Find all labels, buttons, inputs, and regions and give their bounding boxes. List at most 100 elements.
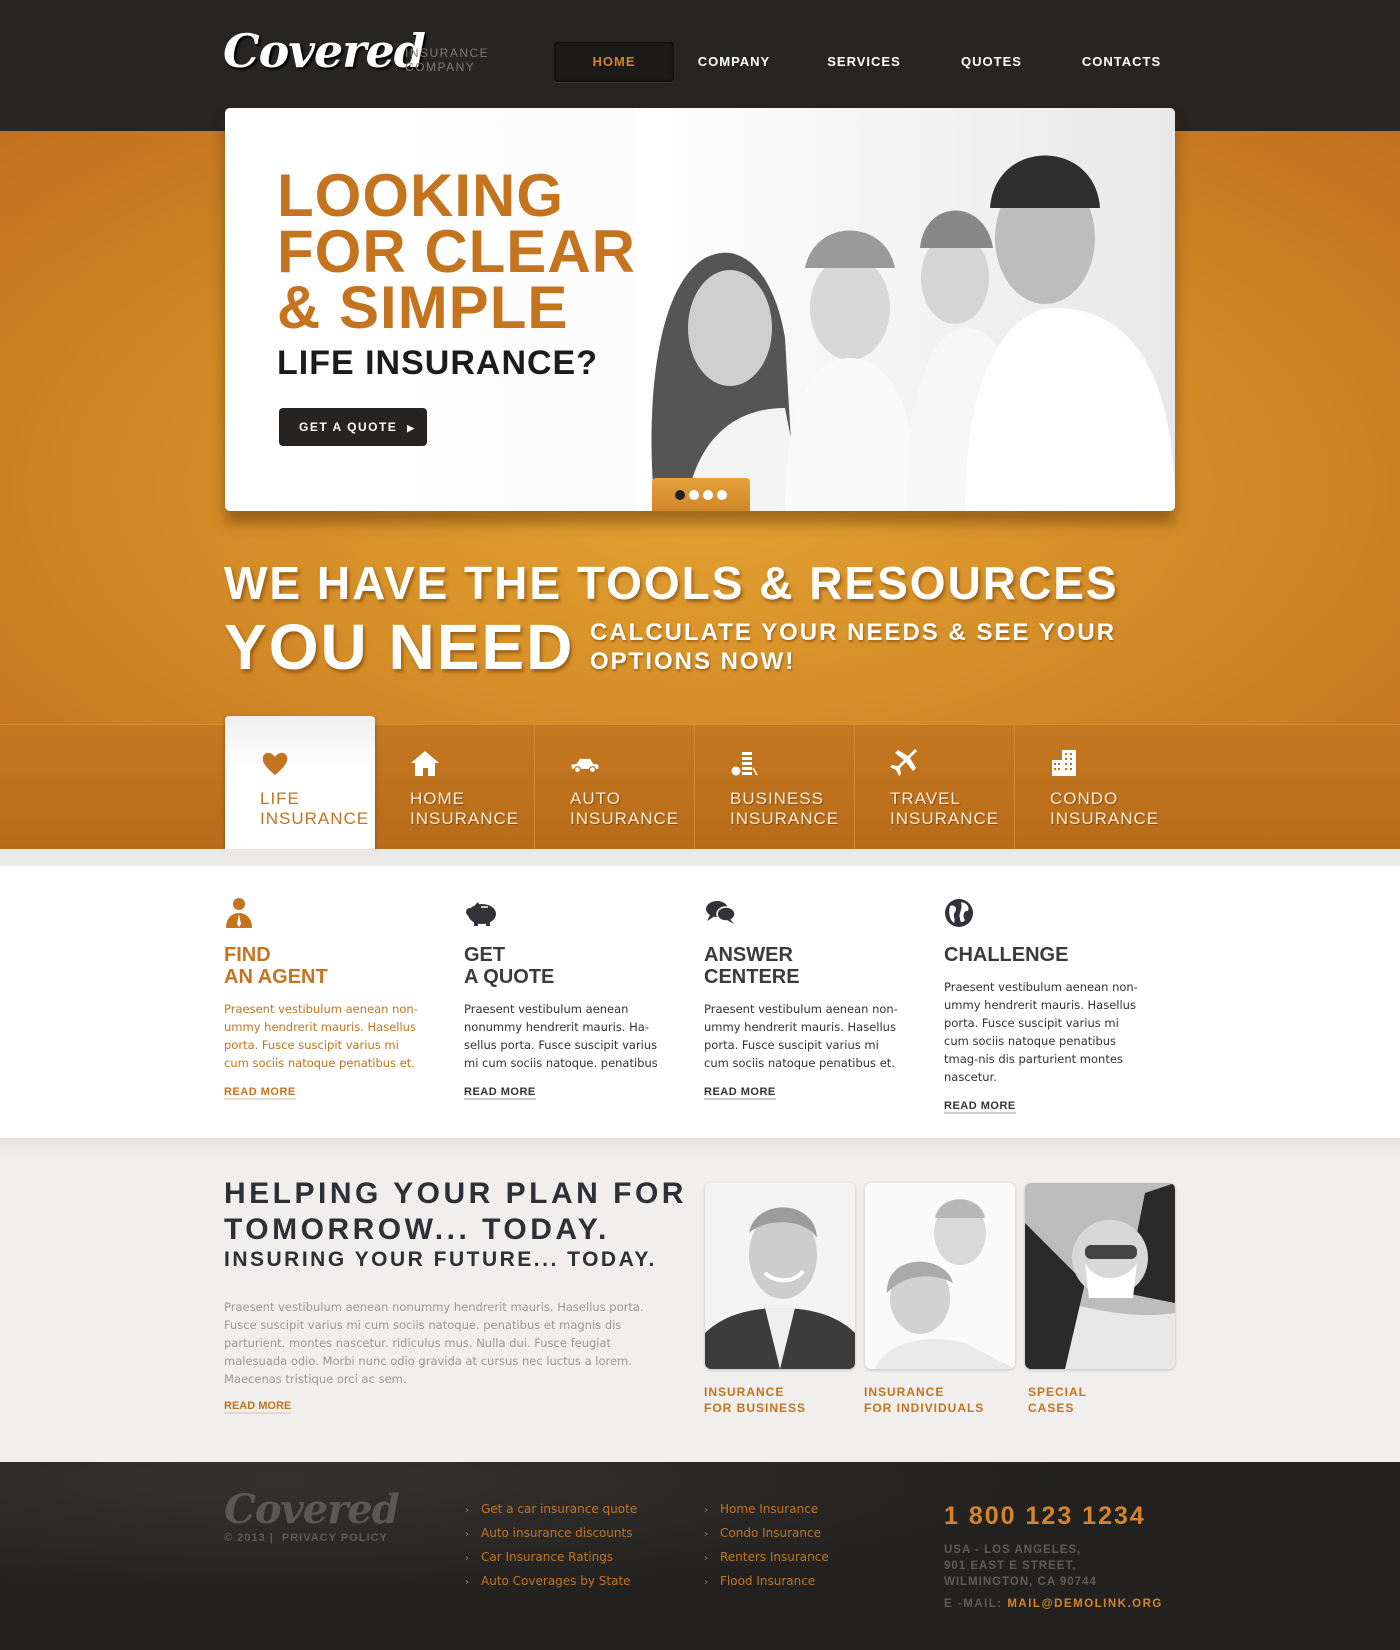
service-text: Praesent vestibulum aenean non-ummy hend… xyxy=(944,980,1138,1084)
individuals-photo[interactable] xyxy=(865,1183,1015,1369)
read-more-link[interactable]: READ MORE xyxy=(464,1086,536,1100)
footer-link-item: › Condo Insurance xyxy=(704,1526,829,1550)
tools-aside: CALCULATE YOUR NEEDS & SEE YOUR OPTIONS … xyxy=(590,618,1116,676)
service-title-line2: AN AGENT xyxy=(224,966,328,988)
tools-headline-big: YOU NEED xyxy=(224,611,575,683)
chat-bubbles-icon xyxy=(706,901,736,924)
tab-label-line1: TRAVEL xyxy=(890,789,961,808)
tab-label-line2: INSURANCE xyxy=(260,809,370,828)
plan-title: HELPING YOUR PLAN FOR TOMORROW... TODAY. xyxy=(224,1176,687,1248)
main-nav: HOME COMPANY SERVICES QUOTES CONTACTS xyxy=(554,42,1194,82)
footer-link[interactable]: Condo Insurance xyxy=(720,1526,821,1540)
footer-link[interactable]: Flood Insurance xyxy=(720,1574,815,1588)
nav-quotes[interactable]: QUOTES xyxy=(934,42,1049,82)
tab-auto-insurance[interactable]: AUTO INSURANCE xyxy=(535,724,695,849)
read-more-link[interactable]: READ MORE xyxy=(944,1100,1016,1114)
tab-label-line1: LIFE xyxy=(260,789,300,808)
tab-travel-insurance[interactable]: TRAVEL INSURANCE xyxy=(855,724,1015,849)
footer-link[interactable]: Home Insurance xyxy=(720,1502,818,1516)
footer-link[interactable]: Renters Insurance xyxy=(720,1550,829,1564)
car-icon xyxy=(571,758,599,774)
get-a-quote-button[interactable]: GET A QUOTE ▶ xyxy=(279,408,427,446)
footer-logo[interactable]: Covered xyxy=(224,1486,400,1533)
logo[interactable]: Covered xyxy=(223,24,426,78)
service-title-line1: GET xyxy=(464,944,506,966)
footer-link[interactable]: Get a car insurance quote xyxy=(481,1502,637,1516)
site-footer: Covered © 2013 | PRIVACY POLICY › Get a c… xyxy=(0,1462,1400,1650)
coins-icon xyxy=(731,752,758,776)
service-title: GET A QUOTE xyxy=(464,944,664,988)
slide-headline: LOOKING FOR CLEAR & SIMPLE xyxy=(277,166,636,341)
service-answer-centere: ANSWER CENTERE Praesent vestibulum aenean… xyxy=(704,896,904,1100)
chevron-right-icon: › xyxy=(465,1505,469,1516)
tab-label: CONDO INSURANCE xyxy=(1050,789,1159,829)
footer-link-item: › Flood Insurance xyxy=(704,1574,829,1598)
plan-section: HELPING YOUR PLAN FOR TOMORROW... TODAY. … xyxy=(0,1138,1400,1462)
businessman-image xyxy=(705,1183,855,1369)
special-cases-link[interactable]: SPECIAL CASES xyxy=(1028,1384,1087,1416)
footer-link[interactable]: Car Insurance Ratings xyxy=(481,1550,613,1564)
pager-dot-2[interactable] xyxy=(689,490,699,500)
privacy-policy-link[interactable]: PRIVACY POLICY xyxy=(282,1532,388,1544)
airplane-icon xyxy=(890,749,917,776)
footer-link[interactable]: Auto insurance discounts xyxy=(481,1526,632,1540)
footer-link-item: › Car Insurance Ratings xyxy=(465,1550,637,1574)
pager-dot-3[interactable] xyxy=(703,490,713,500)
footer-phone: 1 800 123 1234 xyxy=(944,1502,1146,1530)
plan-subtitle: INSURING YOUR FUTURE... TODAY. xyxy=(224,1248,657,1271)
nav-home[interactable]: HOME xyxy=(554,42,674,82)
tab-home-insurance[interactable]: HOME INSURANCE xyxy=(375,724,535,849)
tools-headline: WE HAVE THE TOOLS & RESOURCES xyxy=(224,557,1119,609)
tab-label-line2: INSURANCE xyxy=(730,809,840,828)
service-title-line1: FIND xyxy=(224,944,271,966)
chevron-right-icon: › xyxy=(704,1529,708,1540)
chevron-right-icon: › xyxy=(704,1505,708,1516)
address-line3: WILMINGTON, CA 90744 xyxy=(944,1576,1097,1588)
insurance-tabs: LIFE INSURANCE HOME INSURANCE AUTO INSURANC… xyxy=(225,716,1175,850)
insurance-for-individuals-link[interactable]: INSURANCE FOR INDIVIDUALS xyxy=(864,1384,984,1416)
footer-link-item: › Auto Coverages by State xyxy=(465,1574,637,1598)
slider-pager xyxy=(652,478,750,511)
read-more-link[interactable]: READ MORE xyxy=(224,1086,296,1100)
house-icon xyxy=(411,751,439,776)
tab-label-line1: HOME xyxy=(410,789,465,808)
chevron-right-icon: › xyxy=(465,1529,469,1540)
special-cases-photo[interactable] xyxy=(1025,1183,1175,1369)
mother-child-image xyxy=(865,1183,1015,1369)
plan-text: Praesent vestibulum aenean nonummy hendr… xyxy=(224,1300,644,1386)
tab-life-insurance[interactable]: LIFE INSURANCE xyxy=(225,716,375,850)
tab-label-line1: AUTO xyxy=(570,789,621,808)
pager-dot-1[interactable] xyxy=(675,490,685,500)
insurance-for-business-link[interactable]: INSURANCE FOR BUSINESS xyxy=(704,1384,806,1416)
card-caption-line1: SPECIAL xyxy=(1028,1385,1088,1399)
plan-read-more-link[interactable]: READ MORE xyxy=(224,1400,292,1414)
service-title: ANSWER CENTERE xyxy=(704,944,904,988)
footer-email: E -MAIL: MAIL@DEMOLINK.ORG xyxy=(944,1598,1163,1610)
plan-title-line1: HELPING YOUR PLAN FOR xyxy=(224,1177,687,1210)
card-caption-line2: CASES xyxy=(1028,1401,1075,1415)
tagline-line1: INSURANCE xyxy=(405,46,490,60)
read-more-link[interactable]: READ MORE xyxy=(704,1086,776,1100)
tab-label-line2: INSURANCE xyxy=(410,809,520,828)
card-caption-line2: FOR BUSINESS xyxy=(704,1401,807,1415)
tab-business-insurance[interactable]: BUSINESS INSURANCE xyxy=(695,724,855,849)
nav-contacts[interactable]: CONTACTS xyxy=(1049,42,1194,82)
email-link[interactable]: MAIL@DEMOLINK.ORG xyxy=(1007,1598,1163,1610)
headline-line3: & SIMPLE xyxy=(277,274,569,341)
tab-label: HOME INSURANCE xyxy=(410,789,519,829)
piggy-bank-icon xyxy=(466,902,496,926)
footer-link[interactable]: Auto Coverages by State xyxy=(481,1574,631,1588)
card-caption-line2: FOR INDIVIDUALS xyxy=(864,1401,985,1415)
tab-condo-insurance[interactable]: CONDO INSURANCE xyxy=(1015,724,1175,849)
nav-services[interactable]: SERVICES xyxy=(794,42,934,82)
service-title: CHALLENGE xyxy=(944,944,1144,966)
business-photo[interactable] xyxy=(705,1183,855,1369)
service-title-line2: A QUOTE xyxy=(464,966,555,988)
footer-link-item: › Home Insurance xyxy=(704,1502,829,1526)
footer-link-item: › Renters Insurance xyxy=(704,1550,829,1574)
service-text: Praesent vestibulum aenean non-ummy hend… xyxy=(224,1002,418,1070)
tab-label-line1: CONDO xyxy=(1050,789,1119,808)
nav-company[interactable]: COMPANY xyxy=(674,42,794,82)
tab-label-line2: INSURANCE xyxy=(570,809,680,828)
pager-dot-4[interactable] xyxy=(717,490,727,500)
